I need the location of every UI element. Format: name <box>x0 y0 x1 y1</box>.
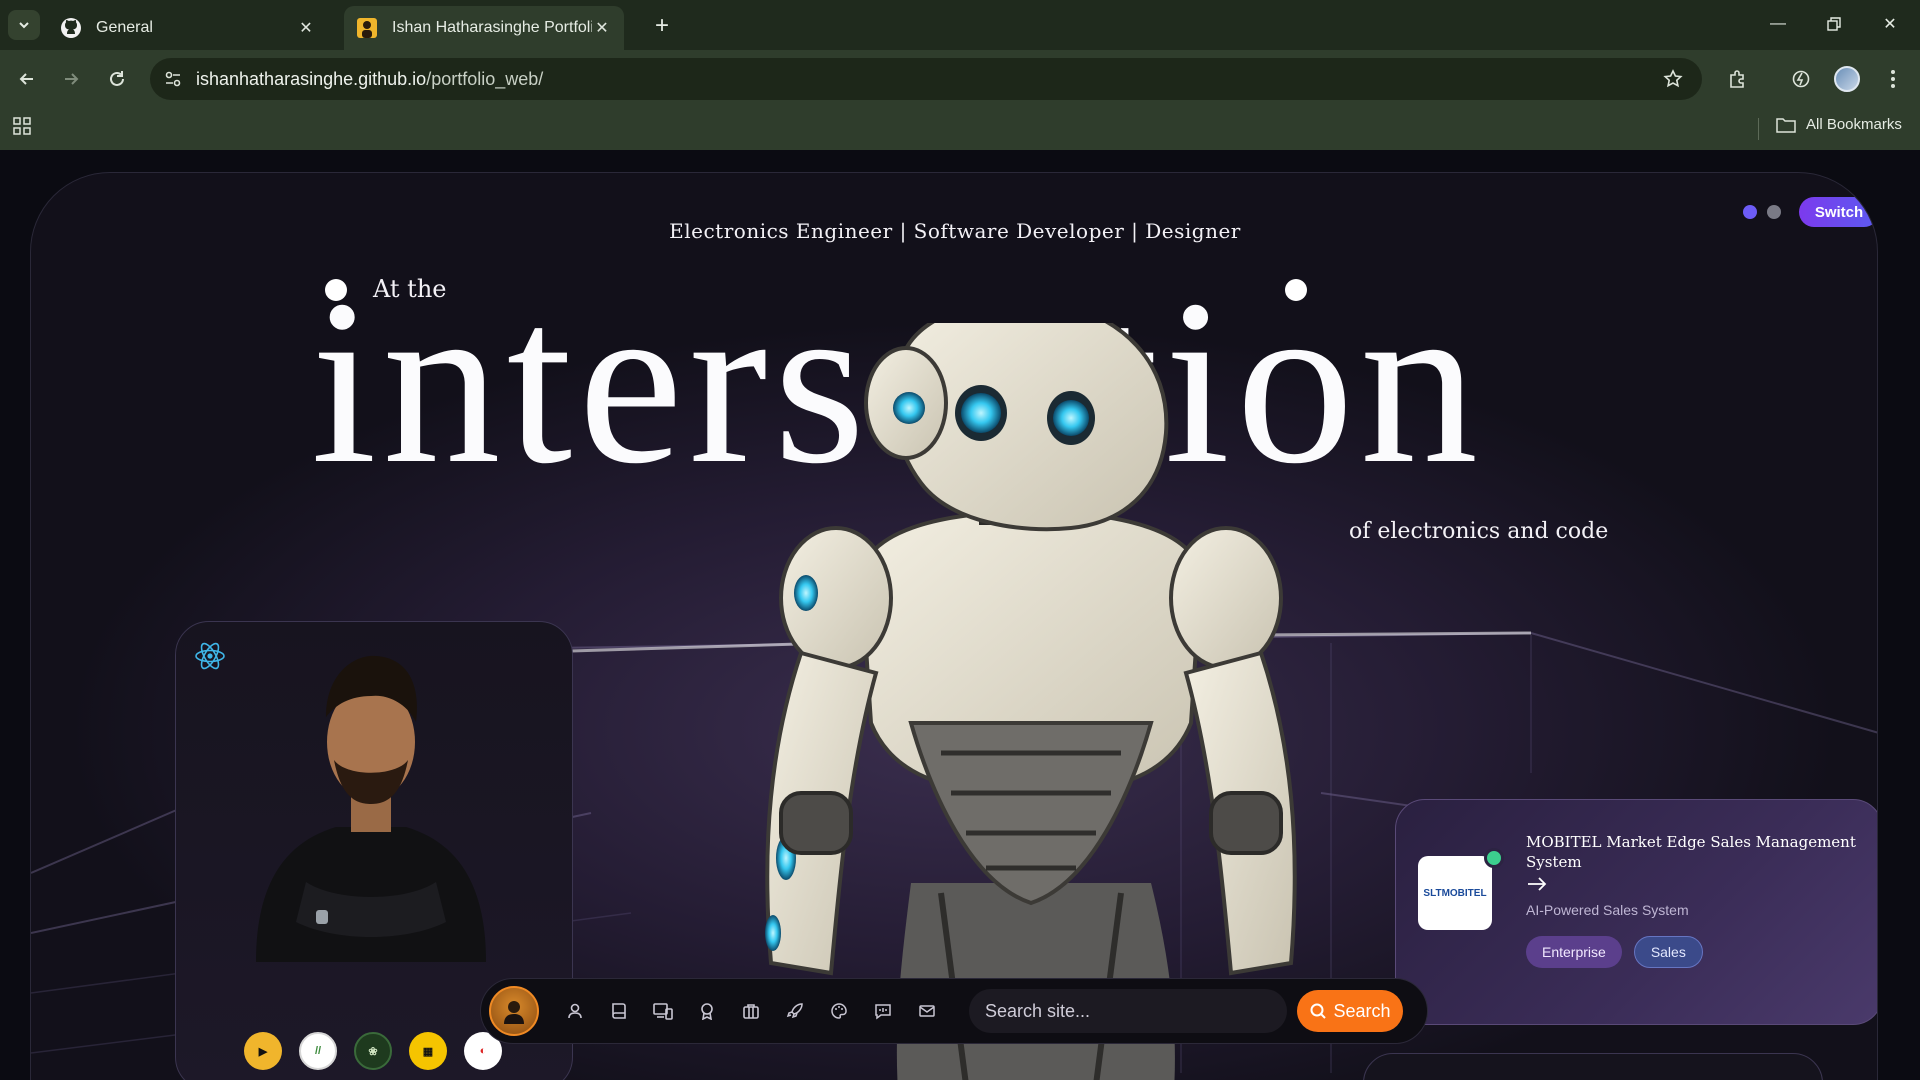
close-icon[interactable]: ✕ <box>296 18 316 38</box>
new-tab-button[interactable]: + <box>648 12 676 40</box>
search-button[interactable]: Search <box>1297 990 1403 1032</box>
search-icon <box>1310 1003 1327 1019</box>
rocket-icon[interactable] <box>780 996 810 1026</box>
browser-chrome: General ✕ Ishan Hatharasinghe Portfolio … <box>0 0 1920 150</box>
tab-title: Ishan Hatharasinghe Portfolio <box>392 19 592 36</box>
close-icon[interactable]: ✕ <box>592 18 612 38</box>
profile-avatar[interactable] <box>1832 64 1862 94</box>
divider <box>1758 118 1759 140</box>
theme-dot-active[interactable] <box>1743 205 1757 219</box>
apps-grid-icon[interactable] <box>12 116 38 142</box>
chevron-down-icon <box>19 22 29 29</box>
address-bar[interactable]: ishanhatharasinghe.github.io/portfolio_w… <box>150 58 1702 100</box>
award-icon[interactable] <box>692 996 722 1026</box>
devices-icon[interactable] <box>648 996 678 1026</box>
tag-sales[interactable]: Sales <box>1633 936 1703 968</box>
client-logo[interactable]: // <box>299 1032 337 1070</box>
page-viewport: Electronics Engineer | Software Develope… <box>0 150 1920 1080</box>
restore-button[interactable] <box>1814 10 1854 38</box>
profile-photo <box>256 655 486 962</box>
arrow-right-icon[interactable] <box>1526 874 1548 894</box>
minimize-button[interactable]: — <box>1758 10 1798 38</box>
all-bookmarks-label: All Bookmarks <box>1806 116 1902 133</box>
site-search-field[interactable] <box>969 989 1287 1033</box>
arrow-right-icon <box>65 73 79 85</box>
all-bookmarks-button[interactable]: All Bookmarks <box>1776 116 1902 133</box>
forward-button[interactable] <box>56 64 86 94</box>
extensions-icon[interactable] <box>1722 64 1752 94</box>
robot-illustration <box>765 323 1297 1080</box>
briefcase-icon[interactable] <box>736 996 766 1026</box>
project-logo: SLTMOBITEL <box>1418 856 1492 930</box>
next-project-card[interactable] <box>1363 1053 1823 1080</box>
restore-icon <box>1827 17 1841 31</box>
tab-general[interactable]: General ✕ <box>48 6 328 50</box>
reload-button[interactable] <box>102 64 132 94</box>
project-logo-text: SLTMOBITEL <box>1423 887 1487 899</box>
avatar <box>1834 66 1860 92</box>
bookmark-star-icon[interactable] <box>1658 64 1688 94</box>
switch-button[interactable]: Switch <box>1799 197 1877 227</box>
react-icon <box>195 642 225 670</box>
theme-dot[interactable] <box>1767 205 1781 219</box>
url-path: /portfolio_web/ <box>426 68 544 89</box>
project-title: MOBITEL Market Edge Sales Management Sys… <box>1526 833 1856 871</box>
project-tags: Enterprise Sales <box>1526 936 1703 968</box>
bottom-nav-dock: Search <box>480 978 1428 1044</box>
close-window-button[interactable]: ✕ <box>1870 10 1910 38</box>
url-text: ishanhatharasinghe.github.io/portfolio_w… <box>196 69 543 90</box>
hero-tagline: Electronics Engineer | Software Develope… <box>669 219 1241 243</box>
book-icon[interactable] <box>604 996 634 1026</box>
site-info-icon[interactable] <box>164 70 182 88</box>
letter-dot <box>1285 279 1307 301</box>
github-icon <box>60 17 82 39</box>
status-dot <box>1484 848 1504 868</box>
project-card[interactable]: SLTMOBITEL MOBITEL Market Edge Sales Man… <box>1395 799 1877 1025</box>
chat-icon[interactable] <box>868 996 898 1026</box>
theme-dots <box>1743 205 1781 219</box>
portfolio-favicon <box>356 17 378 39</box>
client-logos: ▶ // ❀ ▦ ◐ <box>244 1032 502 1070</box>
back-button[interactable] <box>12 64 42 94</box>
hero-section: Electronics Engineer | Software Develope… <box>30 172 1878 1080</box>
browser-toolbar: ishanhatharasinghe.github.io/portfolio_w… <box>0 50 1920 108</box>
search-input[interactable] <box>985 1000 1287 1022</box>
tab-portfolio[interactable]: Ishan Hatharasinghe Portfolio ✕ <box>344 6 624 50</box>
project-subtitle: AI-Powered Sales System <box>1526 902 1689 918</box>
arrow-left-icon <box>19 73 33 85</box>
tag-enterprise[interactable]: Enterprise <box>1526 936 1622 968</box>
client-logo[interactable]: ▶ <box>244 1032 282 1070</box>
folder-icon <box>1776 117 1796 133</box>
tab-strip: General ✕ Ishan Hatharasinghe Portfolio … <box>0 0 1920 50</box>
client-logo[interactable]: ▦ <box>409 1032 447 1070</box>
client-logo[interactable]: ❀ <box>354 1032 392 1070</box>
tab-search-button[interactable] <box>8 10 40 40</box>
mail-icon[interactable] <box>912 996 942 1026</box>
user-icon[interactable] <box>560 996 590 1026</box>
url-host: ishanhatharasinghe.github.io <box>196 68 427 89</box>
reload-icon <box>110 71 124 86</box>
performance-icon[interactable] <box>1786 64 1816 94</box>
avatar[interactable] <box>489 986 539 1036</box>
tab-title: General <box>96 19 153 36</box>
search-button-label: Search <box>1333 1000 1391 1021</box>
kebab-menu-icon[interactable] <box>1878 64 1908 94</box>
bookmarks-bar: All Bookmarks <box>0 108 1920 150</box>
palette-icon[interactable] <box>824 996 854 1026</box>
